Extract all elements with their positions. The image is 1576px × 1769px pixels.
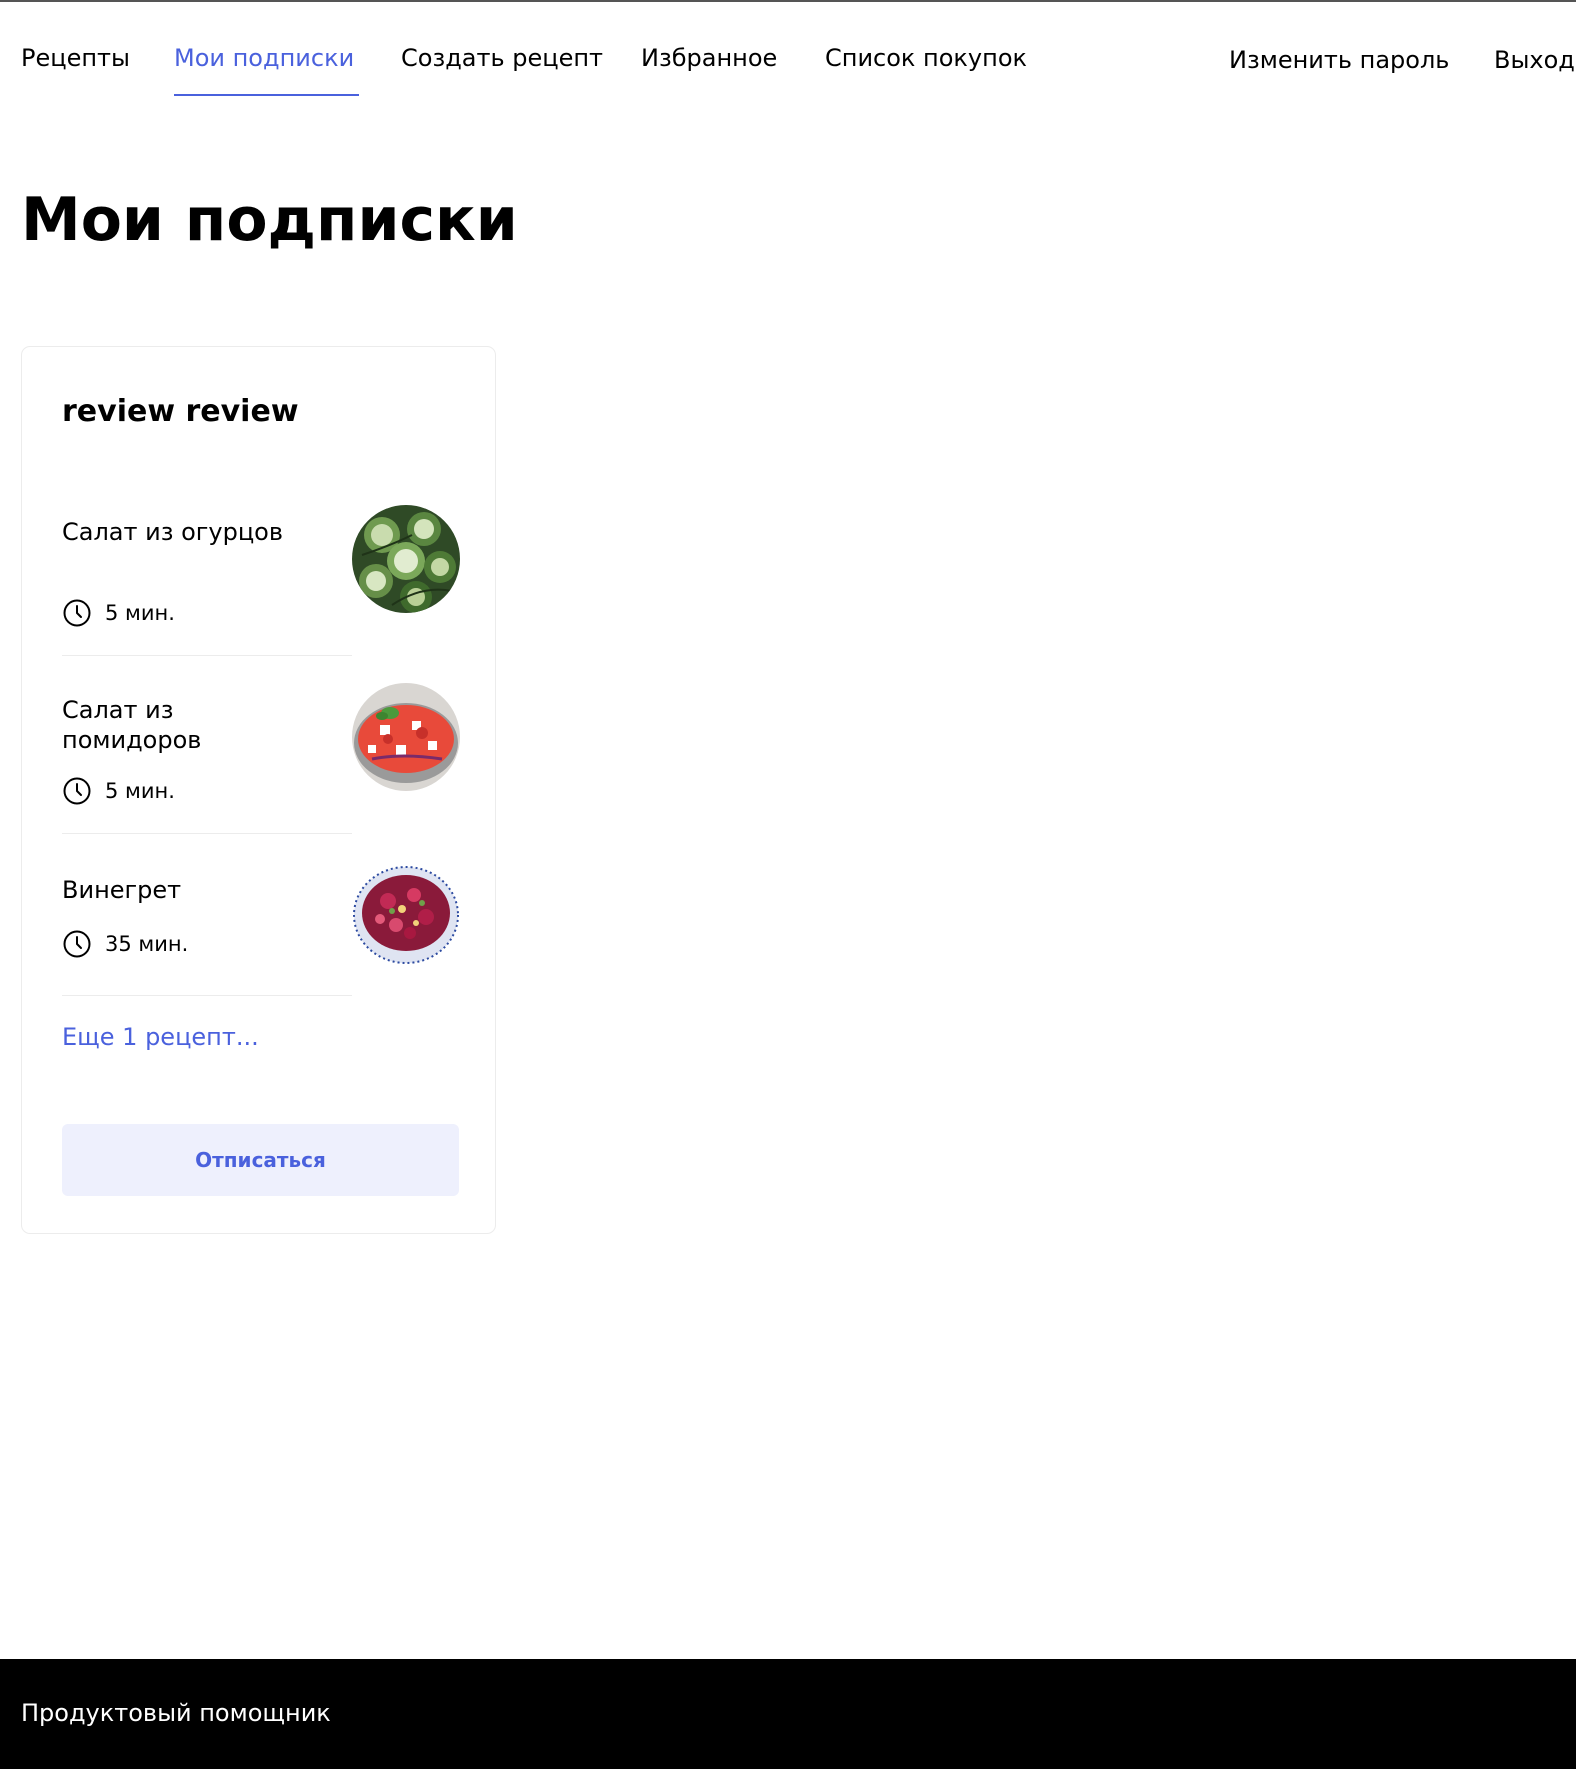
- author-name[interactable]: review review: [62, 392, 299, 432]
- nav-item-create-recipe[interactable]: Создать рецепт: [401, 42, 603, 74]
- main-navigation: Рецепты Мои подписки Создать рецепт Избр…: [0, 0, 1576, 110]
- footer: Продуктовый помощник: [0, 1659, 1576, 1769]
- recipe-time: 5 мин.: [62, 776, 175, 806]
- recipe-name[interactable]: Салат из огурцов: [62, 517, 312, 547]
- nav-item-recipes[interactable]: Рецепты: [21, 42, 130, 74]
- unsubscribe-button[interactable]: Отписаться: [62, 1124, 459, 1196]
- subscription-card: review review Салат из огурцов 5 мин. Са…: [21, 346, 496, 1234]
- vinegret-photo[interactable]: [352, 863, 460, 967]
- recipe-divider: [62, 995, 352, 996]
- logout-link[interactable]: Выход: [1494, 44, 1575, 76]
- recipe-divider: [62, 833, 352, 834]
- more-recipes-link[interactable]: Еще 1 рецепт...: [62, 1021, 259, 1053]
- recipe-item[interactable]: Винегрет 35 мин.: [62, 863, 460, 995]
- change-password-link[interactable]: Изменить пароль: [1229, 44, 1449, 76]
- cooking-time: 5 мин.: [105, 779, 175, 803]
- clock-icon: [63, 930, 91, 958]
- recipe-name[interactable]: Винегрет: [62, 875, 312, 905]
- nav-item-shopping-list[interactable]: Список покупок: [825, 42, 1027, 74]
- recipe-item[interactable]: Салат из помидоров 5 мин.: [62, 683, 460, 833]
- active-tab-indicator: [174, 94, 359, 96]
- cooking-time: 5 мин.: [105, 601, 175, 625]
- recipe-time: 5 мин.: [62, 598, 175, 628]
- cooking-time: 35 мин.: [105, 932, 189, 956]
- recipe-name[interactable]: Салат из помидоров: [62, 695, 312, 755]
- footer-brand: Продуктовый помощник: [21, 1699, 331, 1727]
- tomato-salad-photo[interactable]: [352, 683, 460, 791]
- recipe-time: 35 мин.: [62, 929, 188, 959]
- recipe-divider: [62, 655, 352, 656]
- recipe-item[interactable]: Салат из огурцов 5 мин.: [62, 505, 460, 655]
- page-title: Мои подписки: [21, 185, 518, 255]
- clock-icon: [63, 777, 91, 805]
- nav-item-subscriptions[interactable]: Мои подписки: [174, 42, 354, 74]
- clock-icon: [63, 599, 91, 627]
- nav-item-favorites[interactable]: Избранное: [641, 42, 777, 74]
- cucumber-salad-photo[interactable]: [352, 505, 460, 613]
